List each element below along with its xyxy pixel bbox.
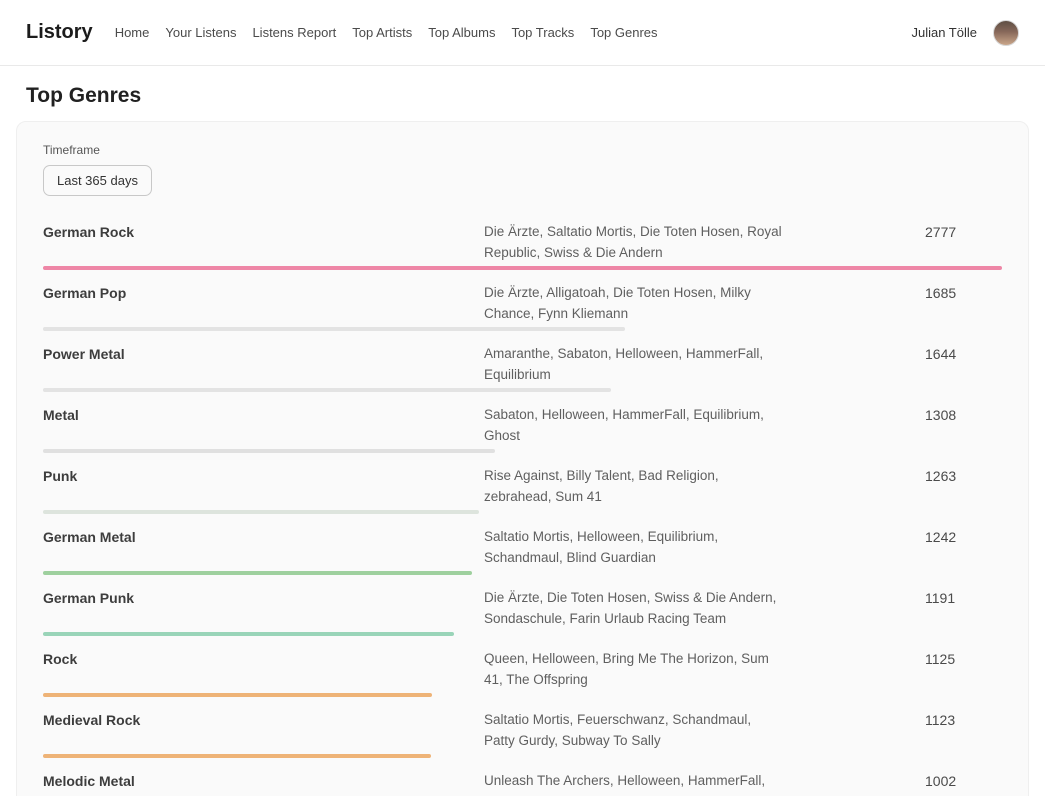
genre-artists: Sabaton, Helloween, HammerFall, Equilibr… (484, 404, 784, 446)
genre-artists: Saltatio Mortis, Helloween, Equilibrium,… (484, 526, 784, 568)
genre-row: German Rock Die Ärzte, Saltatio Mortis, … (43, 221, 1002, 270)
genre-table: German Rock Die Ärzte, Saltatio Mortis, … (43, 221, 1002, 796)
genre-bar (43, 449, 495, 453)
brand-logo[interactable]: Listory (26, 21, 93, 44)
genre-row: Rock Queen, Helloween, Bring Me The Hori… (43, 648, 1002, 697)
genre-count: 1685 (784, 282, 1002, 303)
page-title: Top Genres (26, 84, 1019, 108)
genre-bar (43, 388, 611, 392)
top-genres-card: Timeframe Last 365 days German Rock Die … (16, 121, 1029, 796)
genre-count: 1644 (784, 343, 1002, 364)
genre-count: 1125 (784, 648, 1002, 669)
genre-name: Rock (43, 648, 484, 669)
nav-item-top-artists[interactable]: Top Artists (352, 21, 412, 44)
genre-row: German Metal Saltatio Mortis, Helloween,… (43, 526, 1002, 575)
genre-artists: Saltatio Mortis, Feuerschwanz, Schandmau… (484, 709, 784, 751)
genre-row: Power Metal Amaranthe, Sabaton, Hellowee… (43, 343, 1002, 392)
genre-count: 1308 (784, 404, 1002, 425)
genre-bar (43, 571, 472, 575)
genre-count: 1242 (784, 526, 1002, 547)
genre-artists: Amaranthe, Sabaton, Helloween, HammerFal… (484, 343, 784, 385)
genre-row: Metal Sabaton, Helloween, HammerFall, Eq… (43, 404, 1002, 453)
user-avatar[interactable] (993, 20, 1019, 46)
genre-name: German Metal (43, 526, 484, 547)
genre-bar (43, 327, 625, 331)
genre-artists: Rise Against, Billy Talent, Bad Religion… (484, 465, 784, 507)
genre-name: Medieval Rock (43, 709, 484, 730)
nav-item-top-tracks[interactable]: Top Tracks (511, 21, 574, 44)
genre-bar (43, 510, 479, 514)
genre-name: German Punk (43, 587, 484, 608)
nav-item-listens-report[interactable]: Listens Report (252, 21, 336, 44)
genre-artists: Die Ärzte, Saltatio Mortis, Die Toten Ho… (484, 221, 784, 263)
genre-row: German Pop Die Ärzte, Alligatoah, Die To… (43, 282, 1002, 331)
genre-name: German Pop (43, 282, 484, 303)
genre-row: Medieval Rock Saltatio Mortis, Feuerschw… (43, 709, 1002, 758)
genre-artists: Die Ärzte, Alligatoah, Die Toten Hosen, … (484, 282, 784, 324)
genre-count: 2777 (784, 221, 1002, 242)
timeframe-label: Timeframe (43, 143, 1002, 157)
genre-name: Melodic Metal (43, 770, 484, 791)
genre-name: German Rock (43, 221, 484, 242)
genre-name: Punk (43, 465, 484, 486)
genre-count: 1002 (784, 770, 1002, 791)
genre-bar (43, 632, 454, 636)
user-name[interactable]: Julian Tölle (911, 25, 977, 40)
genre-count: 1191 (784, 587, 1002, 608)
genre-artists: Queen, Helloween, Bring Me The Horizon, … (484, 648, 784, 690)
genre-name: Metal (43, 404, 484, 425)
genre-row: Melodic Metal Unleash The Archers, Hello… (43, 770, 1002, 796)
genre-artists: Die Ärzte, Die Toten Hosen, Swiss & Die … (484, 587, 784, 629)
nav-item-top-albums[interactable]: Top Albums (428, 21, 495, 44)
genre-count: 1263 (784, 465, 1002, 486)
genre-bar (43, 693, 432, 697)
nav-item-top-genres[interactable]: Top Genres (590, 21, 657, 44)
timeframe-select[interactable]: Last 365 days (43, 165, 152, 196)
nav-item-your-listens[interactable]: Your Listens (165, 21, 236, 44)
nav-item-home[interactable]: Home (115, 21, 150, 44)
navbar: Listory Home Your Listens Listens Report… (0, 0, 1045, 66)
genre-row: Punk Rise Against, Billy Talent, Bad Rel… (43, 465, 1002, 514)
user-menu: Julian Tölle (911, 20, 1019, 46)
genre-count: 1123 (784, 709, 1002, 730)
genre-row: German Punk Die Ärzte, Die Toten Hosen, … (43, 587, 1002, 636)
genre-bar (43, 754, 431, 758)
genre-name: Power Metal (43, 343, 484, 364)
main-nav: Home Your Listens Listens Report Top Art… (115, 21, 658, 44)
genre-bar (43, 266, 1002, 270)
genre-artists: Unleash The Archers, Helloween, HammerFa… (484, 770, 784, 796)
